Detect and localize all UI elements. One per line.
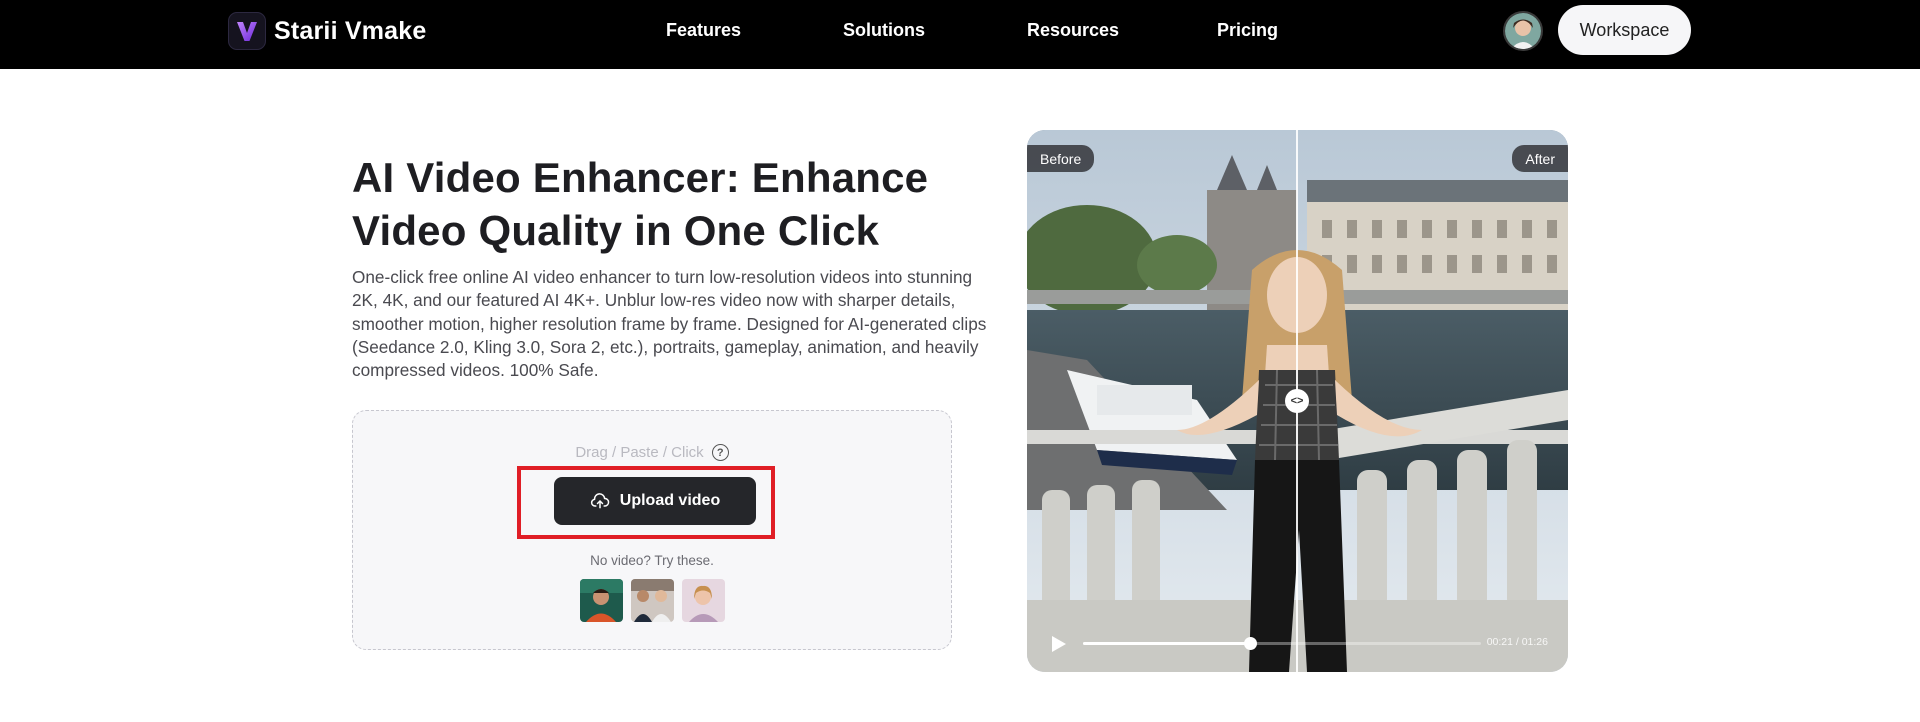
nav-item-resources[interactable]: Resources	[1027, 20, 1119, 41]
help-icon[interactable]: ?	[711, 444, 729, 461]
upload-video-label: Upload video	[619, 492, 721, 509]
upload-hint-text: Drag / Paste / Click	[575, 444, 704, 461]
sample-prompt: No video? Try these.	[590, 553, 714, 568]
play-button[interactable]	[1047, 633, 1069, 655]
before-after-preview[interactable]: Before After <> 00:21 / 01:26	[1027, 130, 1568, 672]
compare-slider-handle[interactable]: <>	[1285, 389, 1309, 413]
cloud-upload-icon	[590, 493, 610, 509]
video-progress-fill	[1083, 642, 1251, 645]
page-title: AI Video Enhancer: Enhance Video Quality…	[352, 154, 929, 254]
upload-hint: Drag / Paste / Click ?	[353, 444, 951, 461]
brand-logo-icon	[228, 12, 266, 50]
nav-item-features[interactable]: Features	[666, 20, 741, 41]
after-label: After	[1512, 145, 1568, 172]
before-label: Before	[1027, 145, 1095, 172]
video-time: 00:21 / 01:26	[1486, 636, 1548, 648]
play-icon	[1052, 636, 1066, 652]
top-navbar: Starii Vmake Features Solutions Resource…	[0, 0, 1920, 69]
brand-logo-link[interactable]: Starii Vmake	[228, 12, 427, 50]
sample-video-thumbnail-3[interactable]	[682, 579, 725, 622]
sample-videos	[580, 579, 725, 622]
sample-video-thumbnail-1[interactable]	[580, 579, 623, 622]
upload-dropzone[interactable]: Drag / Paste / Click ? Upload video No v…	[352, 410, 952, 650]
hero-description: One-click free online AI video enhancer …	[352, 267, 987, 381]
workspace-button[interactable]: Workspace	[1558, 5, 1691, 55]
nav-item-pricing[interactable]: Pricing	[1217, 20, 1278, 41]
user-avatar[interactable]	[1503, 11, 1543, 51]
nav-item-solutions[interactable]: Solutions	[843, 20, 925, 41]
video-progress-bar[interactable]	[1083, 637, 1481, 650]
sample-video-thumbnail-2[interactable]	[631, 579, 674, 622]
upload-video-button[interactable]: Upload video	[554, 477, 756, 525]
brand-name: Starii Vmake	[274, 16, 427, 45]
